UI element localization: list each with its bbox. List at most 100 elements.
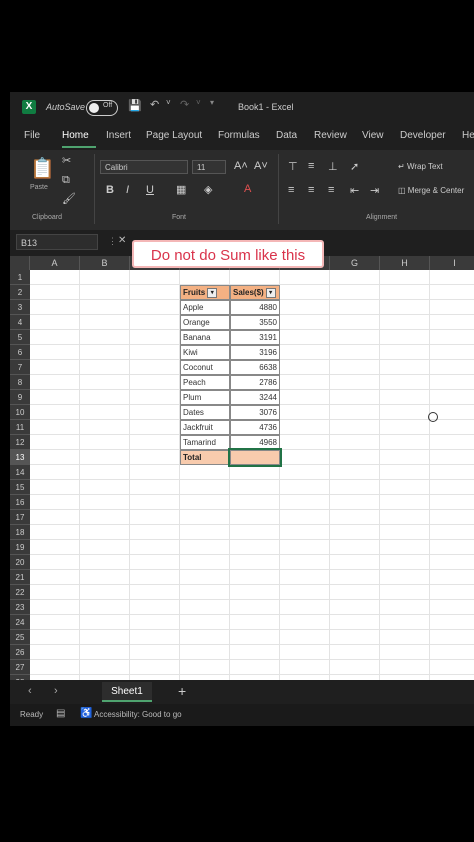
cell[interactable]: [80, 435, 130, 450]
cell[interactable]: [430, 465, 474, 480]
cell[interactable]: [180, 615, 230, 630]
cell[interactable]: [30, 525, 80, 540]
cell[interactable]: [30, 510, 80, 525]
column-header-a[interactable]: A: [30, 256, 80, 270]
cancel-entry-icon[interactable]: ✕: [118, 235, 126, 246]
cell[interactable]: [130, 570, 180, 585]
column-header-h[interactable]: H: [380, 256, 430, 270]
cell[interactable]: [80, 285, 130, 300]
cell[interactable]: [330, 510, 380, 525]
cell[interactable]: [30, 630, 80, 645]
cell[interactable]: [330, 270, 380, 285]
cell[interactable]: [30, 495, 80, 510]
cell[interactable]: [130, 525, 180, 540]
autosave-toggle[interactable]: Off: [86, 100, 118, 116]
cell[interactable]: [80, 570, 130, 585]
cell[interactable]: [330, 630, 380, 645]
font-size-select[interactable]: 11: [192, 160, 226, 174]
table-cell[interactable]: Jackfruit: [180, 420, 230, 435]
cell[interactable]: [80, 495, 130, 510]
cell[interactable]: [380, 660, 430, 675]
cell[interactable]: [180, 600, 230, 615]
tab-page-layout[interactable]: Page Layout: [146, 130, 202, 141]
table-cell[interactable]: Tamarind: [180, 435, 230, 450]
add-sheet-button[interactable]: +: [178, 683, 186, 699]
cell[interactable]: [280, 615, 330, 630]
cell[interactable]: [280, 405, 330, 420]
cell[interactable]: [430, 540, 474, 555]
cell[interactable]: [80, 600, 130, 615]
filter-dropdown-icon[interactable]: ▾: [265, 287, 276, 298]
cell[interactable]: [30, 660, 80, 675]
cell[interactable]: [380, 300, 430, 315]
cell[interactable]: [230, 600, 280, 615]
row-header-12[interactable]: 12: [10, 435, 30, 450]
cell[interactable]: [280, 315, 330, 330]
cell[interactable]: [280, 480, 330, 495]
cell[interactable]: [330, 300, 380, 315]
cell[interactable]: [380, 600, 430, 615]
next-sheet-icon[interactable]: ›: [54, 685, 58, 697]
cell[interactable]: [280, 330, 330, 345]
cell[interactable]: [30, 300, 80, 315]
cell[interactable]: [280, 285, 330, 300]
decrease-indent-icon[interactable]: ⇤: [350, 184, 359, 197]
row-header-23[interactable]: 23: [10, 600, 30, 615]
cell[interactable]: [380, 630, 430, 645]
cell[interactable]: [30, 390, 80, 405]
cell[interactable]: [130, 315, 180, 330]
row-header-10[interactable]: 10: [10, 405, 30, 420]
merge-center-button[interactable]: ◫ Merge & Center: [398, 186, 464, 195]
cell[interactable]: [80, 540, 130, 555]
cell[interactable]: [380, 615, 430, 630]
cell[interactable]: [30, 480, 80, 495]
select-all-corner[interactable]: [10, 256, 30, 270]
table-cell[interactable]: 3191: [230, 330, 280, 345]
cell[interactable]: [330, 465, 380, 480]
row-header-14[interactable]: 14: [10, 465, 30, 480]
cell[interactable]: [130, 495, 180, 510]
row-header-18[interactable]: 18: [10, 525, 30, 540]
table-cell[interactable]: Apple: [180, 300, 230, 315]
cell[interactable]: [130, 360, 180, 375]
fill-color-icon[interactable]: ◈: [204, 183, 212, 196]
row-header-4[interactable]: 4: [10, 315, 30, 330]
cell[interactable]: [330, 600, 380, 615]
cell[interactable]: [430, 345, 474, 360]
cell[interactable]: [280, 585, 330, 600]
cell[interactable]: [330, 585, 380, 600]
underline-button[interactable]: U: [146, 184, 154, 196]
cell[interactable]: [430, 330, 474, 345]
tab-help[interactable]: He: [462, 130, 474, 141]
cell[interactable]: [30, 315, 80, 330]
row-header-8[interactable]: 8: [10, 375, 30, 390]
row-header-9[interactable]: 9: [10, 390, 30, 405]
spreadsheet-grid[interactable]: ABCDEFGHI12Fruits▾Sales($)▾3Apple48804Or…: [10, 256, 474, 680]
cell[interactable]: [330, 360, 380, 375]
cell[interactable]: [280, 300, 330, 315]
cell[interactable]: [230, 480, 280, 495]
cell[interactable]: [130, 555, 180, 570]
cell[interactable]: [430, 420, 474, 435]
cell[interactable]: [280, 435, 330, 450]
cell[interactable]: [30, 540, 80, 555]
increase-font-icon[interactable]: A˄: [234, 160, 248, 172]
tab-insert[interactable]: Insert: [106, 130, 131, 141]
table-header-cell[interactable]: Sales($) ▾: [230, 285, 280, 300]
align-center-icon[interactable]: ≡: [308, 184, 314, 196]
row-header-5[interactable]: 5: [10, 330, 30, 345]
cell[interactable]: [130, 285, 180, 300]
cell[interactable]: [80, 615, 130, 630]
sheet-tab-sheet1[interactable]: Sheet1: [102, 682, 152, 702]
cell[interactable]: [230, 645, 280, 660]
cell[interactable]: [380, 315, 430, 330]
cell[interactable]: [330, 450, 380, 465]
cell[interactable]: [230, 615, 280, 630]
cell[interactable]: [330, 420, 380, 435]
cell[interactable]: [380, 480, 430, 495]
cell[interactable]: [230, 495, 280, 510]
cell[interactable]: [230, 630, 280, 645]
cell[interactable]: [230, 510, 280, 525]
cell[interactable]: [80, 645, 130, 660]
cell[interactable]: [230, 570, 280, 585]
